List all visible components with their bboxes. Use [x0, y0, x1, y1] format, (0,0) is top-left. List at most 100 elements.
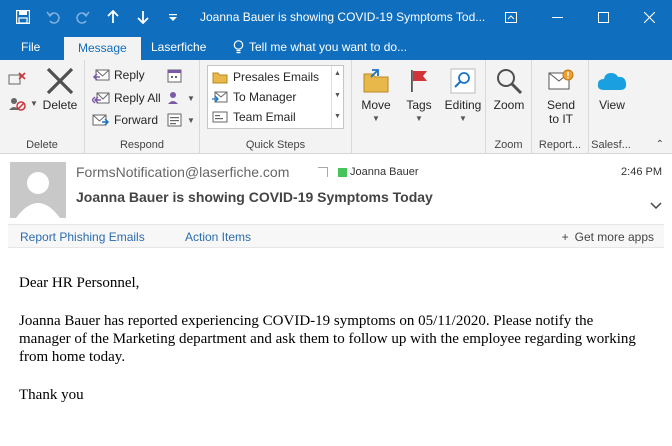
salesforce-cloud-icon: [596, 64, 628, 98]
respond-group-label: Respond: [119, 139, 165, 151]
sender-address[interactable]: FormsNotification@laserfiche.com: [76, 164, 289, 180]
body-paragraph: Joanna Bauer has reported experiencing C…: [19, 313, 636, 365]
close-icon: [643, 11, 655, 23]
junk-dropdown-caret: ▼: [30, 98, 38, 108]
reply-icon: [92, 69, 110, 81]
person-placeholder-icon: [16, 172, 60, 218]
message-subject: Joanna Bauer is showing COVID-19 Symptom…: [76, 189, 433, 205]
sender-card-corner-icon: [318, 167, 328, 177]
quick-step-to-manager[interactable]: To Manager: [212, 87, 296, 107]
get-more-apps-button[interactable]: + Get more apps: [562, 225, 654, 249]
save-icon: [16, 10, 30, 24]
more-respond-button[interactable]: ▼: [167, 109, 195, 131]
undo-button[interactable]: [38, 0, 68, 34]
im-icon: [168, 92, 178, 104]
body-greeting: Dear HR Personnel,: [19, 275, 140, 291]
tab-file[interactable]: File: [21, 34, 40, 60]
collapse-ribbon-icon[interactable]: ⌃: [656, 139, 664, 150]
move-group: Move ▼: [352, 60, 398, 154]
title-bar: Joanna Bauer is showing COVID-19 Symptom…: [0, 0, 672, 34]
body-signoff: Thank you: [19, 387, 84, 403]
delete-group: ▼ Delete Delete: [0, 60, 85, 154]
forward-button[interactable]: Forward: [92, 109, 158, 131]
ignore-button[interactable]: [8, 68, 26, 90]
close-button[interactable]: [626, 0, 672, 34]
forward-icon: [92, 114, 110, 126]
delete-x-icon: [44, 64, 76, 98]
recipient-name[interactable]: Joanna Bauer: [350, 166, 419, 178]
delete-button[interactable]: Delete: [40, 64, 80, 112]
expand-header-button[interactable]: [650, 199, 662, 213]
meeting-reply-button[interactable]: [167, 65, 183, 87]
forward-mail-icon: [212, 91, 228, 103]
zoom-label: Zoom: [493, 98, 525, 112]
team-email-icon: [212, 111, 228, 123]
quick-step-team-email[interactable]: Team Email: [212, 107, 296, 127]
ignore-icon: [8, 72, 26, 85]
send-to-it-label-2: to IT: [548, 112, 573, 126]
folder-icon: [212, 72, 228, 84]
editing-group: Editing ▼: [439, 60, 485, 154]
vertical-scrollbar[interactable]: [664, 155, 672, 446]
message-header: FormsNotification@laserfiche.com Joanna …: [0, 155, 672, 223]
next-item-button[interactable]: [128, 0, 158, 34]
save-button[interactable]: [8, 0, 38, 34]
reply-all-label: Reply All: [114, 91, 161, 105]
move-icon: [360, 64, 392, 98]
quick-steps-scroll[interactable]: ▲ ▼ ▼: [331, 66, 343, 128]
customize-toolbar-button[interactable]: [158, 0, 188, 34]
action-items-link[interactable]: Action Items: [185, 225, 251, 249]
tell-me-label: Tell me what you want to do...: [249, 40, 408, 54]
ribbon-display-icon: [505, 11, 517, 23]
editing-button[interactable]: Editing ▼: [441, 64, 485, 126]
tab-laserfiche[interactable]: Laserfiche: [151, 34, 206, 60]
report-group: Send to IT Report...: [532, 60, 589, 154]
customize-toolbar-icon: [169, 14, 177, 21]
quick-step-label: Team Email: [233, 110, 296, 124]
more-respond-caret: ▼: [187, 115, 195, 125]
chevron-down-icon: [650, 202, 662, 210]
window-title: Joanna Bauer is showing COVID-19 Symptom…: [200, 10, 486, 24]
gallery-expand-icon: ▼: [334, 113, 341, 120]
send-to-it-icon: [545, 64, 577, 98]
quick-steps-group-label: Quick Steps: [245, 139, 306, 151]
move-button[interactable]: Move ▼: [356, 64, 396, 126]
reply-all-button[interactable]: Reply All: [92, 87, 161, 109]
junk-button[interactable]: ▼: [8, 92, 38, 114]
magnifier-icon: [493, 64, 525, 98]
meeting-icon: [167, 69, 182, 83]
salesforce-view-button[interactable]: View: [591, 64, 633, 112]
reply-label: Reply: [114, 68, 145, 82]
zoom-group-label: Zoom: [494, 139, 523, 151]
respond-group: Reply Reply All Forward ▼ ▼ Respond: [85, 60, 200, 154]
undo-icon: [46, 11, 60, 24]
move-dropdown-caret: ▼: [372, 114, 380, 123]
tags-group: Tags ▼: [398, 60, 439, 154]
tab-message[interactable]: Message: [64, 37, 141, 60]
ribbon-display-options-button[interactable]: [488, 0, 534, 34]
move-label: Move: [361, 98, 391, 112]
tell-me-search[interactable]: Tell me what you want to do...: [233, 34, 407, 60]
maximize-button[interactable]: [580, 0, 626, 34]
im-dropdown-caret: ▼: [187, 93, 195, 103]
quick-step-presales-emails[interactable]: Presales Emails: [212, 67, 319, 87]
get-more-apps-label: Get more apps: [574, 230, 654, 244]
salesforce-group-label: Salesf...: [591, 139, 631, 151]
report-phishing-link[interactable]: Report Phishing Emails: [20, 225, 145, 249]
find-icon: [447, 64, 479, 98]
ribbon-tab-bar: File Message Laserfiche Tell me what you…: [0, 34, 672, 60]
redo-button[interactable]: [68, 0, 98, 34]
quick-step-label: Presales Emails: [233, 70, 320, 84]
reply-button[interactable]: Reply: [92, 64, 145, 86]
minimize-button[interactable]: [534, 0, 580, 34]
tags-button[interactable]: Tags ▼: [400, 64, 438, 126]
plus-icon: +: [561, 230, 569, 244]
zoom-button[interactable]: Zoom: [489, 64, 529, 112]
add-in-bar: Report Phishing Emails Action Items + Get…: [8, 224, 664, 248]
send-to-it-button[interactable]: Send to IT: [538, 64, 584, 126]
sender-avatar[interactable]: [10, 162, 66, 218]
im-reply-button[interactable]: ▼: [167, 87, 195, 109]
quick-steps-gallery: Presales Emails To Manager Team Email ▲ …: [207, 65, 344, 129]
quick-step-label: To Manager: [233, 90, 297, 104]
previous-item-button[interactable]: [98, 0, 128, 34]
